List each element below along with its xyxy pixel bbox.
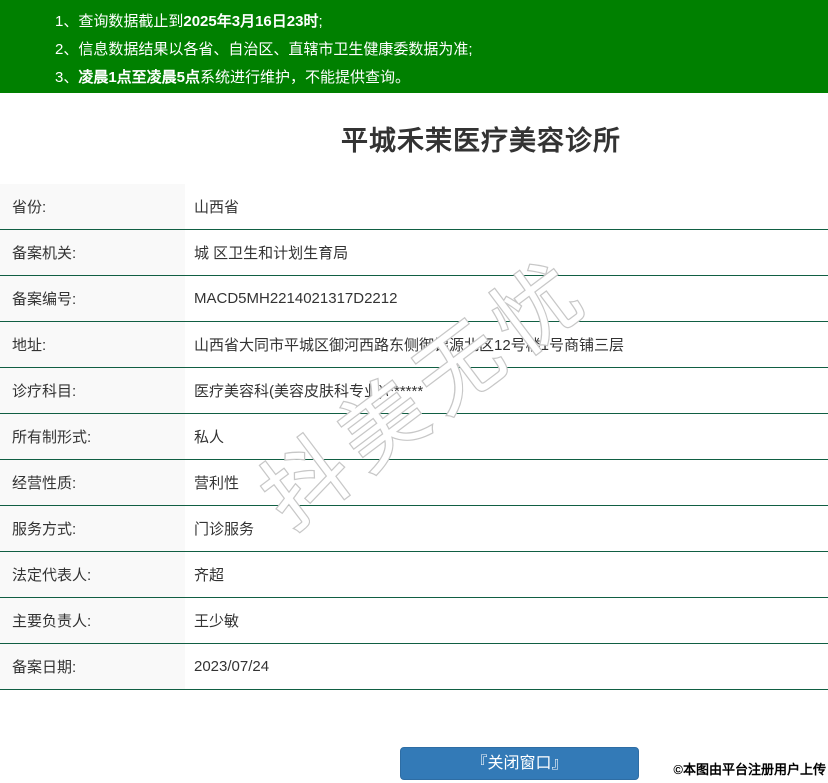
table-row-province: 省份: 山西省 bbox=[0, 184, 828, 230]
field-value: 齐超 bbox=[185, 552, 828, 597]
notice-text: 查询数据截止到 bbox=[78, 13, 184, 30]
table-row-person-in-charge: 主要负责人: 王少敏 bbox=[0, 598, 828, 644]
table-row-address: 地址: 山西省大同市平城区御河西路东侧御锦源北区12号楼1号商铺三层 bbox=[0, 322, 828, 368]
field-label: 主要负责人: bbox=[0, 598, 185, 643]
notice-text-bold: 凌晨1点至凌晨5点 bbox=[78, 69, 201, 86]
notice-text: 系统进行维护，不能提供查询。 bbox=[200, 69, 411, 86]
table-row-medical-subjects: 诊疗科目: 医疗美容科(美容皮肤科专业)\****** bbox=[0, 368, 828, 414]
field-value: MACD5MH2214021317D2212 bbox=[185, 276, 828, 321]
record-table: 省份: 山西省 备案机关: 城 区卫生和计划生育局 备案编号: MACD5MH2… bbox=[0, 184, 828, 690]
notice-line-2: 2、信息数据结果以各省、自治区、直辖市卫生健康委数据为准; bbox=[55, 36, 808, 64]
field-value: 门诊服务 bbox=[185, 506, 828, 551]
notice-number: 3、 bbox=[55, 69, 79, 86]
table-row-registration-number: 备案编号: MACD5MH2214021317D2212 bbox=[0, 276, 828, 322]
image-upload-caption: ©本图由平台注册用户上传 bbox=[673, 762, 826, 777]
notice-text: ; bbox=[318, 13, 323, 30]
field-label: 省份: bbox=[0, 184, 185, 229]
notice-number: 2、 bbox=[55, 41, 79, 58]
field-value: 山西省大同市平城区御河西路东侧御锦源北区12号楼1号商铺三层 bbox=[185, 322, 828, 367]
field-value: 城 区卫生和计划生育局 bbox=[185, 230, 828, 275]
field-label: 经营性质: bbox=[0, 460, 185, 505]
table-row-registration-date: 备案日期: 2023/07/24 bbox=[0, 644, 828, 690]
footer: 『关闭窗口』 ©本图由平台注册用户上传 bbox=[0, 690, 828, 783]
table-row-registration-authority: 备案机关: 城 区卫生和计划生育局 bbox=[0, 230, 828, 276]
field-label: 备案编号: bbox=[0, 276, 185, 321]
page-title: 平城禾茉医疗美容诊所 bbox=[341, 126, 621, 156]
field-value: 私人 bbox=[185, 414, 828, 459]
field-label: 地址: bbox=[0, 322, 185, 367]
field-value: 山西省 bbox=[185, 184, 828, 229]
field-label: 诊疗科目: bbox=[0, 368, 185, 413]
table-row-legal-representative: 法定代表人: 齐超 bbox=[0, 552, 828, 598]
notice-line-1: 1、查询数据截止到2025年3月16日23时; bbox=[55, 8, 808, 36]
notice-number: 1、 bbox=[55, 13, 79, 30]
notice-text-bold: 2025年3月16日23时 bbox=[183, 13, 319, 30]
notice-line-3: 3、凌晨1点至凌晨5点系统进行维护，不能提供查询。 bbox=[55, 64, 808, 92]
field-label: 所有制形式: bbox=[0, 414, 185, 459]
field-label: 法定代表人: bbox=[0, 552, 185, 597]
table-row-operating-nature: 经营性质: 营利性 bbox=[0, 460, 828, 506]
close-window-button[interactable]: 『关闭窗口』 bbox=[400, 747, 639, 780]
field-label: 备案机关: bbox=[0, 230, 185, 275]
field-value: 医疗美容科(美容皮肤科专业)\****** bbox=[185, 368, 828, 413]
field-value: 营利性 bbox=[185, 460, 828, 505]
notice-header: 1、查询数据截止到2025年3月16日23时; 2、信息数据结果以各省、自治区、… bbox=[0, 0, 828, 93]
field-value: 2023/07/24 bbox=[185, 644, 828, 689]
field-value: 王少敏 bbox=[185, 598, 828, 643]
field-label: 备案日期: bbox=[0, 644, 185, 689]
table-row-service-mode: 服务方式: 门诊服务 bbox=[0, 506, 828, 552]
field-label: 服务方式: bbox=[0, 506, 185, 551]
notice-text: 信息数据结果以各省、自治区、直辖市卫生健康委数据为准; bbox=[78, 41, 473, 58]
table-row-ownership-form: 所有制形式: 私人 bbox=[0, 414, 828, 460]
